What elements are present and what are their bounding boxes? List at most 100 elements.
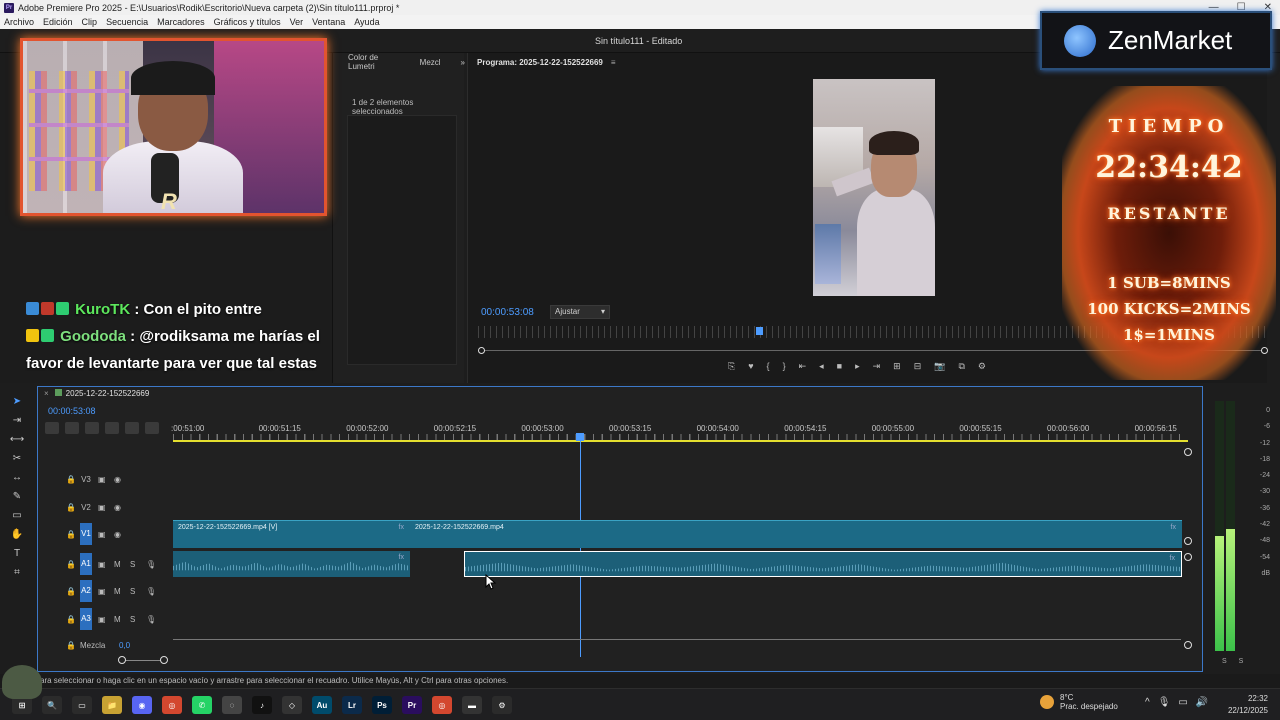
program-timecode[interactable]: 00:00:53:08: [481, 307, 534, 318]
sync-icon[interactable]: ▣: [98, 475, 106, 484]
taskbar-app-10[interactable]: Au: [312, 696, 332, 714]
taskbar-app-2[interactable]: ▭: [72, 696, 92, 714]
track-target-v1[interactable]: V1: [80, 523, 92, 545]
solo-button[interactable]: S: [130, 587, 135, 596]
caption-tool-icon[interactable]: ⌗: [14, 567, 20, 578]
selection-tool-icon[interactable]: ➤: [13, 396, 21, 407]
voiceover-icon[interactable]: 🎙: [146, 587, 156, 596]
track-target-a3[interactable]: A3: [80, 608, 92, 630]
voiceover-icon[interactable]: 🎙: [146, 615, 156, 624]
taskbar-app-16[interactable]: ⚙: [492, 696, 512, 714]
mute-button[interactable]: M: [114, 560, 121, 569]
voiceover-icon[interactable]: 🎙: [146, 560, 156, 569]
mute-button[interactable]: M: [114, 587, 121, 596]
export-frame-button[interactable]: ⎘: [728, 361, 735, 372]
sync-icon[interactable]: ▣: [98, 503, 106, 512]
razor-tool-icon[interactable]: ✂: [13, 453, 21, 464]
taskbar-app-6[interactable]: ✆: [192, 696, 212, 714]
lock-icon[interactable]: 🔒: [66, 587, 76, 596]
sync-icon[interactable]: ▣: [98, 560, 106, 569]
slip-tool-icon[interactable]: ↔: [12, 472, 22, 483]
taskbar-app-7[interactable]: ◌: [222, 696, 242, 714]
lock-icon[interactable]: 🔒: [66, 530, 76, 539]
solo-button[interactable]: S: [130, 615, 135, 624]
settings-icon[interactable]: ⚙: [978, 361, 986, 372]
sequence-tab[interactable]: × 2025-12-22-152522669: [44, 389, 149, 398]
menu-clip[interactable]: Clip: [82, 17, 98, 27]
taskbar-app-8[interactable]: ♪: [252, 696, 272, 714]
nest-icon[interactable]: [45, 422, 59, 434]
type-tool-icon[interactable]: T: [14, 548, 20, 559]
snap-icon[interactable]: [65, 422, 79, 434]
add-marker-icon[interactable]: [105, 422, 119, 434]
pen-tool-icon[interactable]: ✎: [13, 491, 21, 502]
video-clip[interactable]: 2025-12-22-152522669.mp4 fx: [410, 520, 1182, 548]
track-target-v2[interactable]: V2: [80, 503, 92, 512]
track-select-tool-icon[interactable]: ⇥: [13, 415, 21, 426]
taskbar-app-9[interactable]: ◇: [282, 696, 302, 714]
track-target-a2[interactable]: A2: [80, 580, 92, 602]
more-panels-icon[interactable]: »: [461, 58, 465, 67]
taskbar-app-4[interactable]: ◉: [132, 696, 152, 714]
menu-marcadores[interactable]: Marcadores: [157, 17, 205, 27]
mute-button[interactable]: M: [114, 615, 121, 624]
captions-icon[interactable]: [145, 422, 159, 434]
sync-icon[interactable]: ▣: [98, 615, 106, 624]
taskbar-app-3[interactable]: 📁: [102, 696, 122, 714]
go-to-out-button[interactable]: ⇥: [873, 361, 881, 372]
add-marker-button[interactable]: ♥: [748, 361, 753, 372]
hand-tool-icon[interactable]: ✋: [11, 529, 23, 540]
panel-menu-icon[interactable]: ≡: [611, 58, 616, 67]
wrench-icon[interactable]: [125, 422, 139, 434]
sync-icon[interactable]: ▣: [98, 587, 106, 596]
sync-icon[interactable]: ▣: [98, 530, 106, 539]
solo-right-button[interactable]: S: [1239, 658, 1244, 665]
tab-mezcla[interactable]: Mezcl: [420, 58, 441, 67]
menu-ver[interactable]: Ver: [290, 17, 304, 27]
menu-edicion[interactable]: Edición: [43, 17, 73, 27]
track-target-a1[interactable]: A1: [80, 553, 92, 575]
ripple-tool-icon[interactable]: ⟷: [10, 434, 24, 445]
menu-ventana[interactable]: Ventana: [312, 17, 345, 27]
extract-button[interactable]: ⊟: [914, 361, 922, 372]
zoom-select[interactable]: Ajustar ▾: [550, 305, 610, 319]
volume-icon[interactable]: 🔊: [1196, 697, 1208, 708]
tab-lumetri[interactable]: Color de Lumetri: [348, 53, 400, 71]
rectangle-tool-icon[interactable]: ▭: [12, 510, 21, 521]
lock-icon[interactable]: 🔒: [66, 560, 76, 569]
timeline-vertical-scrollbar[interactable]: [1183, 448, 1193, 649]
lift-button[interactable]: ⊞: [893, 361, 901, 372]
menu-ayuda[interactable]: Ayuda: [354, 17, 379, 27]
compare-button[interactable]: ⧉: [958, 361, 964, 372]
timeline-ruler[interactable]: :00:51:00 00:00:51:15 00:00:52:00 00:00:52:…: [171, 420, 1188, 442]
taskbar-app-15[interactable]: ▬: [462, 696, 482, 714]
taskbar-app-13[interactable]: Pr: [402, 696, 422, 714]
microphone-icon[interactable]: 🎙: [1158, 697, 1171, 708]
audio-clip[interactable]: fx: [173, 551, 410, 577]
taskbar-app-14[interactable]: ◎: [432, 696, 452, 714]
audio-clip-selected[interactable]: fx: [464, 551, 1182, 577]
mix-value[interactable]: 0,0: [119, 641, 130, 650]
mark-in-button[interactable]: {: [767, 361, 770, 372]
taskbar-app-5[interactable]: ◎: [162, 696, 182, 714]
step-back-button[interactable]: ◂: [819, 361, 824, 372]
timeline-horizontal-scrollbar[interactable]: [118, 656, 170, 666]
close-tab-icon[interactable]: ×: [44, 389, 49, 398]
track-target-v3[interactable]: V3: [80, 475, 92, 484]
lock-icon[interactable]: 🔒: [66, 641, 76, 650]
eye-icon[interactable]: ◉: [114, 530, 121, 539]
taskbar-app-1[interactable]: 🔍: [42, 696, 62, 714]
menu-graficos[interactable]: Gráficos y títulos: [214, 17, 281, 27]
linked-selection-icon[interactable]: [85, 422, 99, 434]
eye-icon[interactable]: ◉: [114, 503, 121, 512]
system-clock[interactable]: 22:32 22/12/2025: [1228, 693, 1268, 717]
sequence-timecode[interactable]: 00:00:53:08: [48, 406, 96, 416]
network-icon[interactable]: ▭: [1178, 697, 1187, 708]
solo-button[interactable]: S: [130, 560, 135, 569]
timeline-playhead[interactable]: [576, 433, 584, 441]
taskbar-app-11[interactable]: Lr: [342, 696, 362, 714]
program-playhead[interactable]: [756, 327, 763, 335]
eye-icon[interactable]: ◉: [114, 475, 121, 484]
video-clip[interactable]: 2025-12-22-152522669.mp4 [V] fx: [173, 520, 410, 548]
camera-icon[interactable]: 📷: [934, 361, 945, 372]
